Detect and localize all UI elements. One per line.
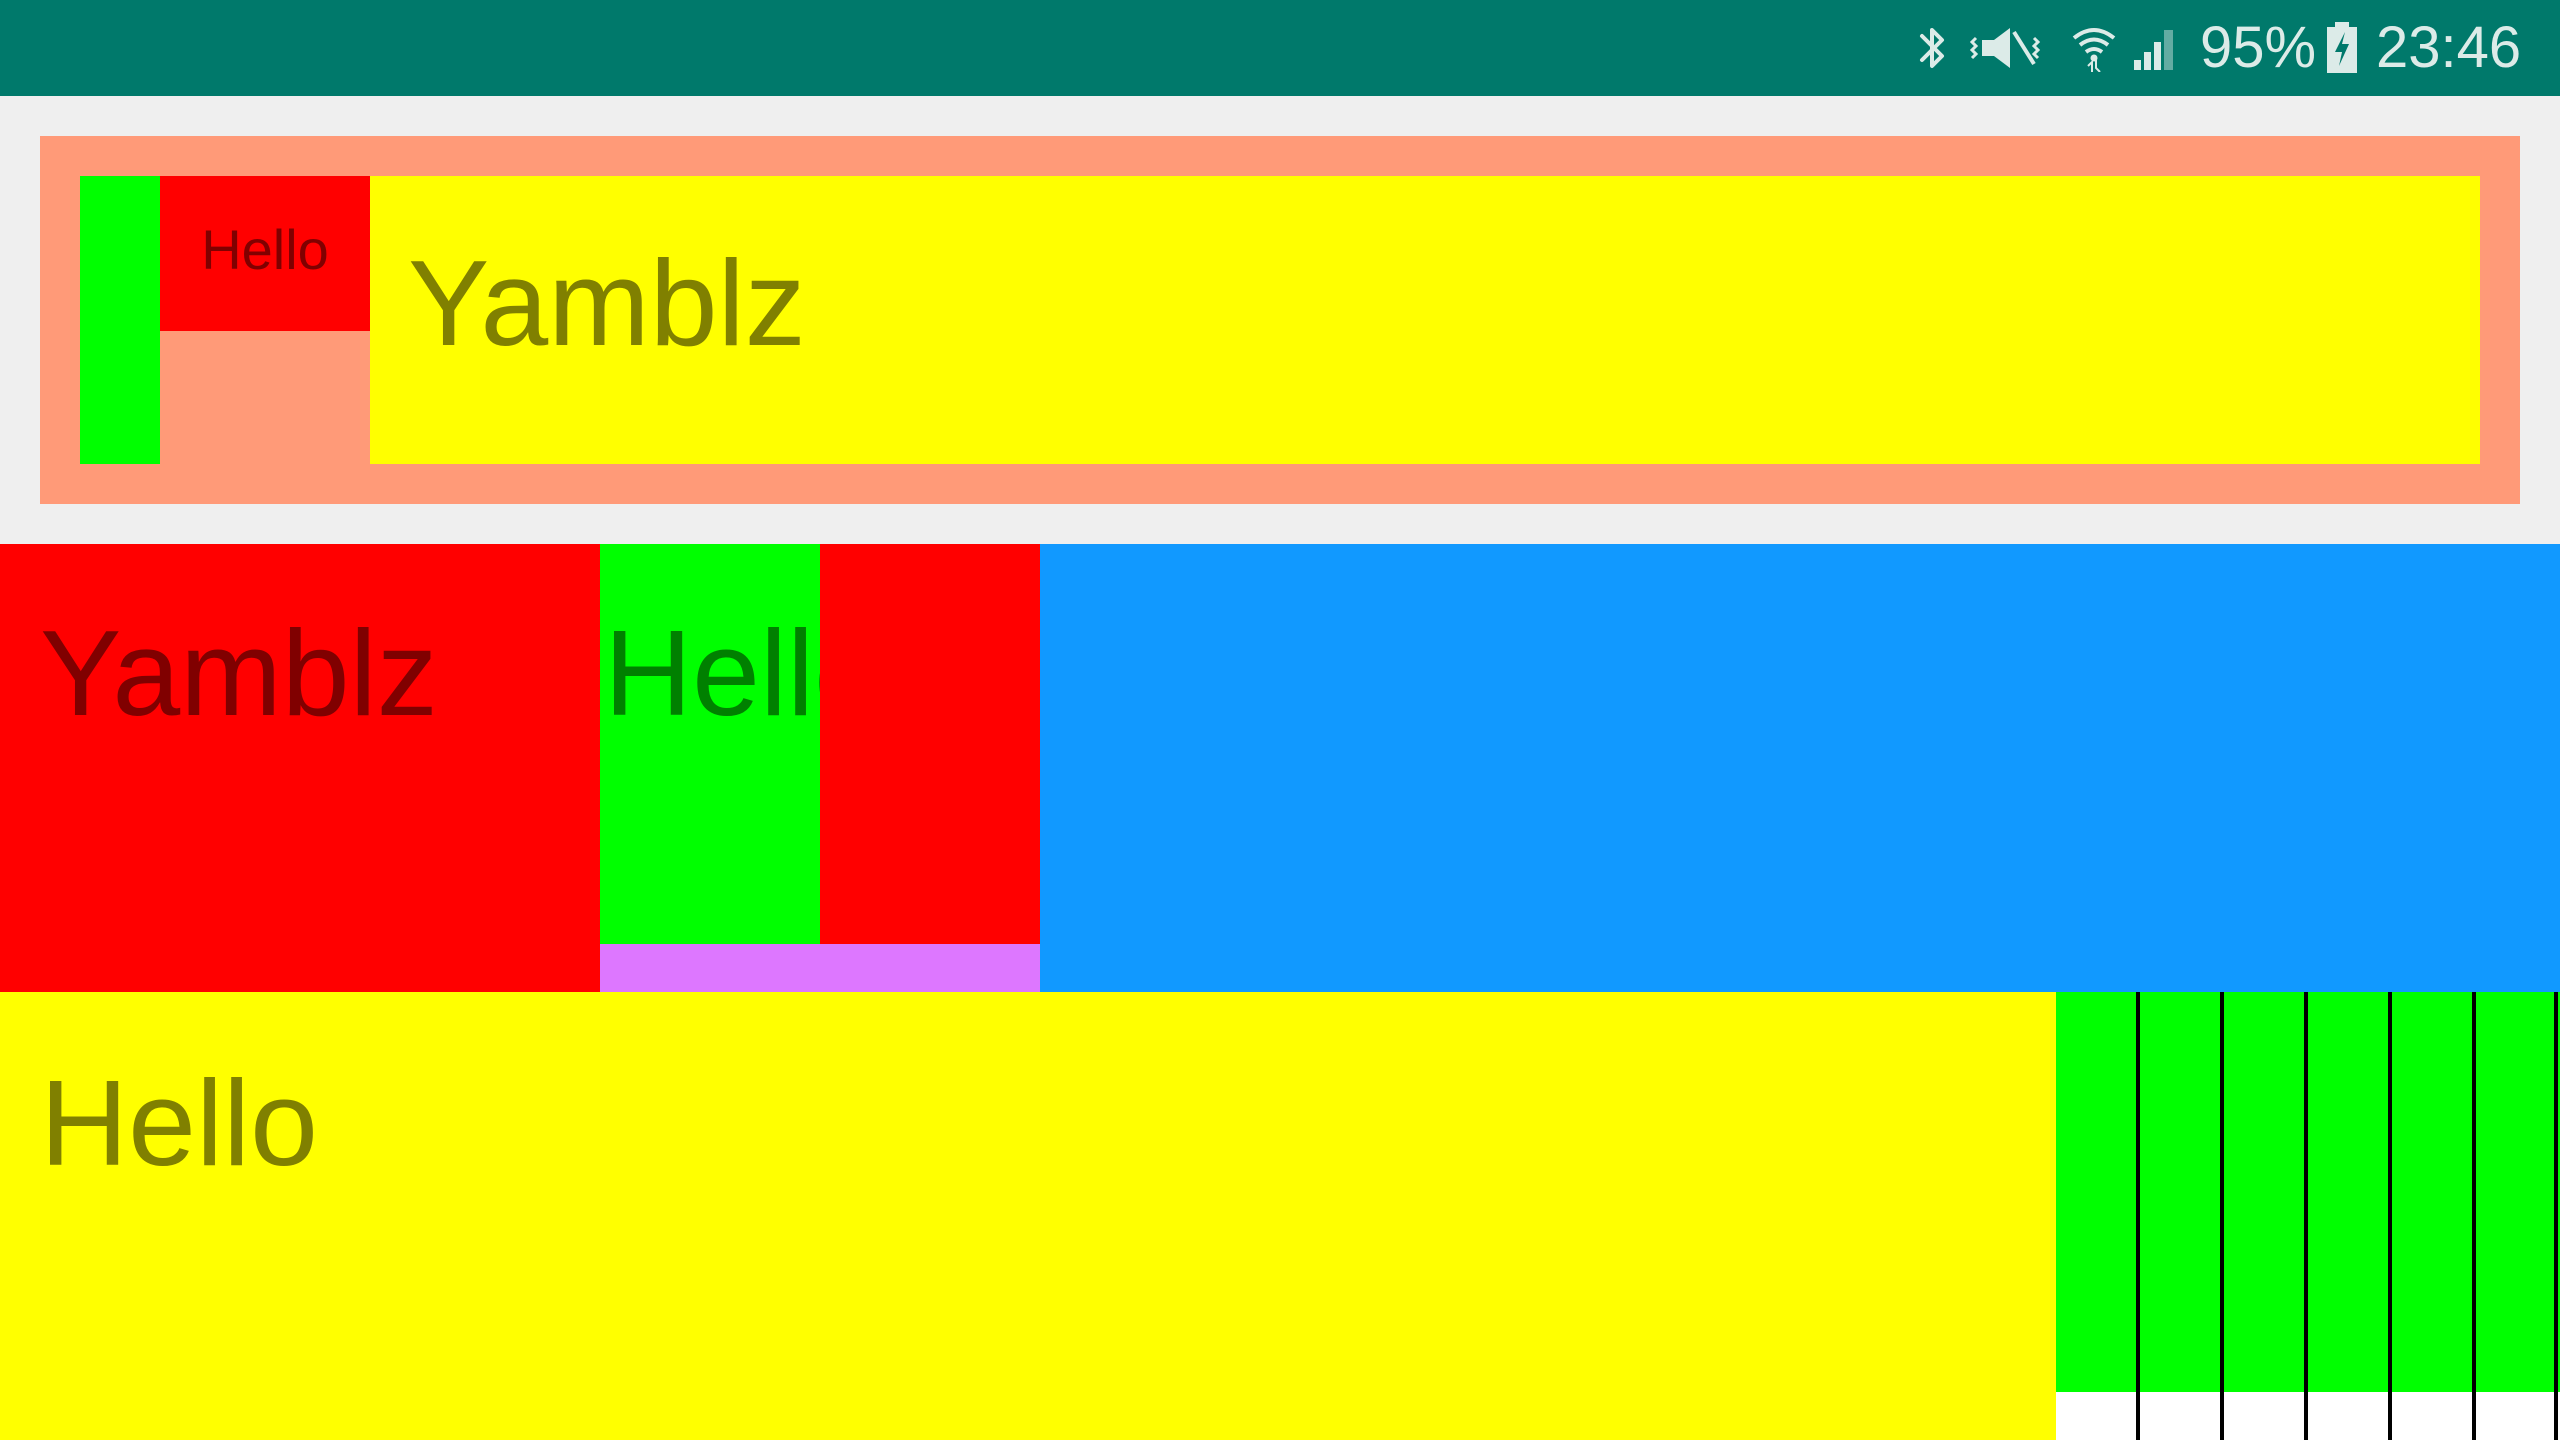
bottom-green-area xyxy=(2056,992,2560,1392)
battery-percent: 95% xyxy=(2200,15,2317,80)
divider-line xyxy=(2388,992,2392,1440)
bottom-white-strip xyxy=(2056,1392,2560,1440)
top-card-hello-label: Hello xyxy=(201,218,329,281)
clock-time: 23:46 xyxy=(2376,15,2522,80)
status-bar: 95% 23:46 xyxy=(0,0,2560,96)
divider-line xyxy=(2554,992,2558,1440)
divider-line xyxy=(2304,992,2308,1440)
bluetooth-icon xyxy=(1920,28,1944,68)
wifi-icon xyxy=(2072,28,2116,72)
middle-yamblz-label: Yamblz xyxy=(40,605,438,741)
middle-violet-strip xyxy=(600,944,1040,992)
divider-line xyxy=(2136,992,2140,1440)
bottom-hello-label: Hello xyxy=(40,1055,319,1191)
divider-line xyxy=(2220,992,2224,1440)
vibrate-mute-icon xyxy=(1970,28,2041,68)
top-card-green-block xyxy=(80,176,160,464)
middle-hello-label: Hello xyxy=(604,605,820,741)
battery-charging-icon xyxy=(2327,22,2357,73)
top-card-title: Yamblz xyxy=(408,235,806,371)
middle-blue-block xyxy=(1040,544,2560,992)
divider-line xyxy=(2472,992,2476,1440)
cell-signal-icon xyxy=(2134,30,2173,70)
middle-green-block: Hello xyxy=(600,544,820,944)
middle-red-right-block xyxy=(820,544,1040,944)
